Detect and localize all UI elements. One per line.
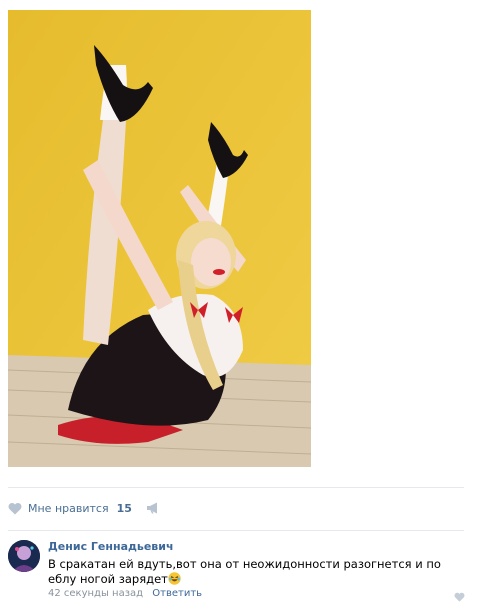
comment-time[interactable]: 42 секунды назад (48, 588, 143, 599)
reply-link[interactable]: Ответить (152, 588, 202, 599)
comment-like-heart-icon[interactable] (454, 592, 465, 602)
comment-author[interactable]: Денис Геннадьевич (48, 540, 468, 553)
comment-text-content: В сракатан ей вдуть,вот она от неожидонн… (48, 557, 441, 586)
like-label: Мне нравится (28, 501, 109, 515)
laughing-face-icon (168, 572, 181, 585)
post-actions: Мне нравится 15 (8, 498, 160, 518)
comment-text: В сракатан ей вдуть,вот она от неожидонн… (48, 557, 468, 587)
comment-meta: 42 секунды назад Ответить (48, 588, 202, 599)
comments-divider (8, 530, 464, 531)
like-button[interactable]: Мне нравится 15 (8, 502, 146, 515)
heart-icon (8, 502, 22, 514)
post-photo[interactable] (8, 10, 311, 467)
megaphone-icon[interactable] (146, 502, 160, 514)
like-count: 15 (116, 501, 132, 515)
photo-illustration (8, 10, 311, 467)
avatar[interactable] (8, 540, 40, 572)
avatar-image (8, 540, 40, 572)
post-divider (8, 487, 464, 488)
comment-body: Денис Геннадьевич В сракатан ей вдуть,во… (48, 540, 468, 587)
